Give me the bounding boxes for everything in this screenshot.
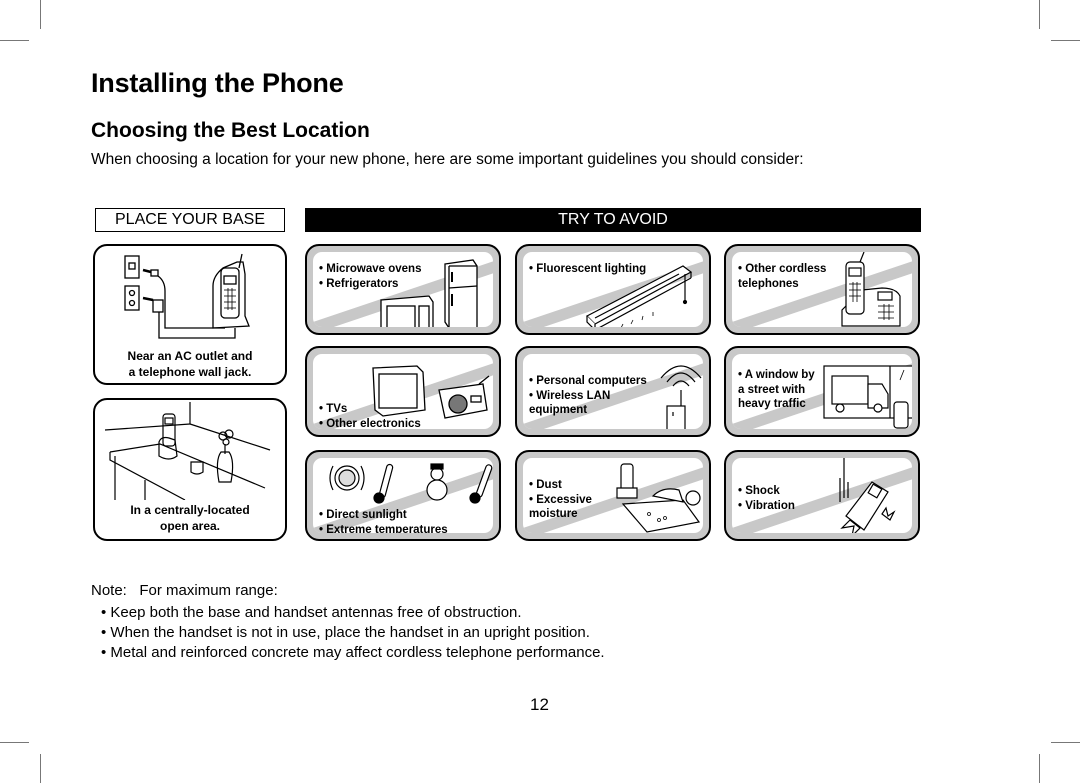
phone-on-table-icon [104, 402, 271, 500]
phone-base-with-outlet-icon [124, 253, 250, 339]
avoid-card: • Shock • Vibration [724, 450, 920, 541]
section-title: Choosing the Best Location [91, 119, 370, 142]
avoid-items: • Fluorescent lighting [529, 263, 647, 275]
avoid-items: • Shock • Vibration [738, 485, 795, 512]
avoid-items: • Personal computers • Wireless LAN equi… [529, 375, 647, 416]
avoid-items: • Other cordless telephones [738, 263, 827, 290]
note-bullet: When the handset is not in use, place th… [101, 623, 605, 643]
avoid-items: • TVs • Other electronics [319, 403, 421, 429]
place-card-outlet: Near an AC outlet and a telephone wall j… [93, 244, 287, 385]
avoid-card: • Microwave ovens • Refrigerators [305, 244, 501, 335]
avoid-items: • A window by a street with heavy traffi… [738, 369, 815, 410]
avoid-card: • Dust • Excessive moisture [515, 450, 711, 541]
intro-text: When choosing a location for your new ph… [91, 151, 804, 168]
crop-mark [1051, 742, 1080, 743]
crop-mark [40, 754, 41, 783]
avoid-card: • TVs • Other electronics [305, 346, 501, 437]
avoid-items: • Microwave ovens • Refrigerators [319, 263, 422, 290]
place-your-base-header: PLACE YOUR BASE [95, 208, 285, 232]
place-card-caption: Near an AC outlet and a telephone wall j… [127, 349, 253, 379]
avoid-card: • Other cordless telephones [724, 244, 920, 335]
page-title: Installing the Phone [91, 68, 344, 98]
crop-mark [1051, 40, 1080, 41]
note: Note: For maximum range: [91, 582, 278, 599]
crop-mark [40, 0, 41, 29]
note-bullets: Keep both the base and handset antennas … [101, 603, 605, 663]
avoid-items: • Direct sunlight • Extreme temperatures [319, 509, 448, 533]
avoid-card: • Personal computers • Wireless LAN equi… [515, 346, 711, 437]
avoid-card: • A window by a street with heavy traffi… [724, 346, 920, 437]
avoid-card: • Fluorescent lighting [515, 244, 711, 335]
page-number: 12 [530, 695, 549, 714]
note-label: Note: [91, 582, 127, 599]
crop-mark [0, 40, 29, 41]
place-card-open-area: In a centrally-located open area. [93, 398, 287, 541]
note-bullet: Keep both the base and handset antennas … [101, 603, 605, 623]
try-to-avoid-header: TRY TO AVOID [305, 208, 921, 232]
note-text: For maximum range: [139, 582, 278, 599]
crop-mark [0, 742, 29, 743]
avoid-items: • Dust • Excessive moisture [529, 479, 592, 520]
avoid-card: • Direct sunlight • Extreme temperatures [305, 450, 501, 541]
place-card-caption: In a centrally-located open area. [130, 503, 250, 533]
crop-mark [1039, 0, 1040, 29]
note-bullet: Metal and reinforced concrete may affect… [101, 643, 604, 663]
crop-mark [1039, 754, 1040, 783]
